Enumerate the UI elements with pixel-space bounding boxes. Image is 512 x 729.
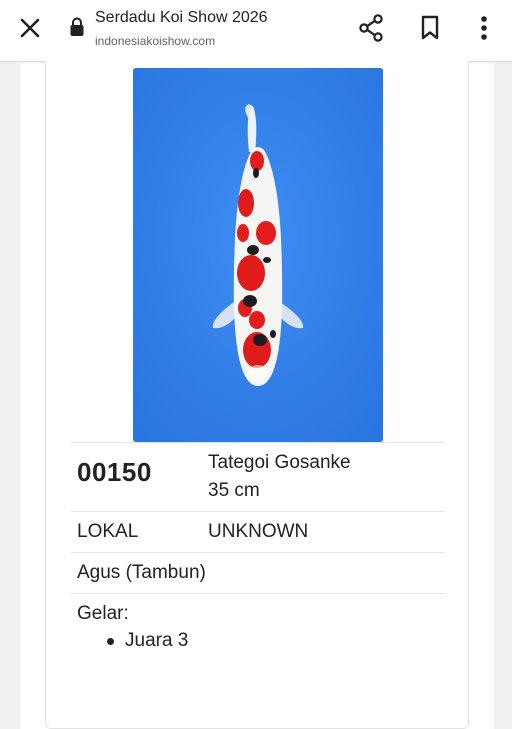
more-vert-icon[interactable] xyxy=(470,12,498,44)
page-url[interactable]: indonesiakoishow.com xyxy=(95,34,215,48)
entry-awards-row: Gelar: Juara 3 xyxy=(71,593,444,713)
award-text: Juara 3 xyxy=(125,630,189,651)
entry-number: 00150 xyxy=(77,457,152,487)
entry-breeder: UNKNOWN xyxy=(208,521,309,542)
awards-label: Gelar: xyxy=(77,603,129,624)
entry-origin: LOKAL xyxy=(77,521,139,542)
entry-card: 00150 Tategoi Gosanke 35 cm LOKAL UNKNOW… xyxy=(45,61,469,729)
entry-owner-row: Agus (Tambun) xyxy=(71,552,444,593)
entry-origin-row: LOKAL UNKNOWN xyxy=(71,511,444,552)
koi-image xyxy=(133,68,383,442)
entry-owner: Agus (Tambun) xyxy=(77,562,206,583)
share-icon[interactable] xyxy=(356,12,386,44)
close-icon[interactable] xyxy=(14,12,46,44)
bullet-icon xyxy=(107,637,114,645)
lock-icon[interactable] xyxy=(68,16,86,38)
koi-photo[interactable] xyxy=(133,68,383,442)
entry-main-row: 00150 Tategoi Gosanke 35 cm xyxy=(71,442,444,511)
browser-toolbar: Serdadu Koi Show 2026 indonesiakoishow.c… xyxy=(0,0,512,62)
entry-variety: Tategoi Gosanke xyxy=(208,452,351,473)
page-content: 00150 Tategoi Gosanke 35 cm LOKAL UNKNOW… xyxy=(20,61,494,729)
page-title: Serdadu Koi Show 2026 xyxy=(95,9,268,26)
award-item: Juara 3 xyxy=(107,630,188,652)
bookmark-icon[interactable] xyxy=(416,12,444,44)
entry-size: 35 cm xyxy=(208,480,260,501)
